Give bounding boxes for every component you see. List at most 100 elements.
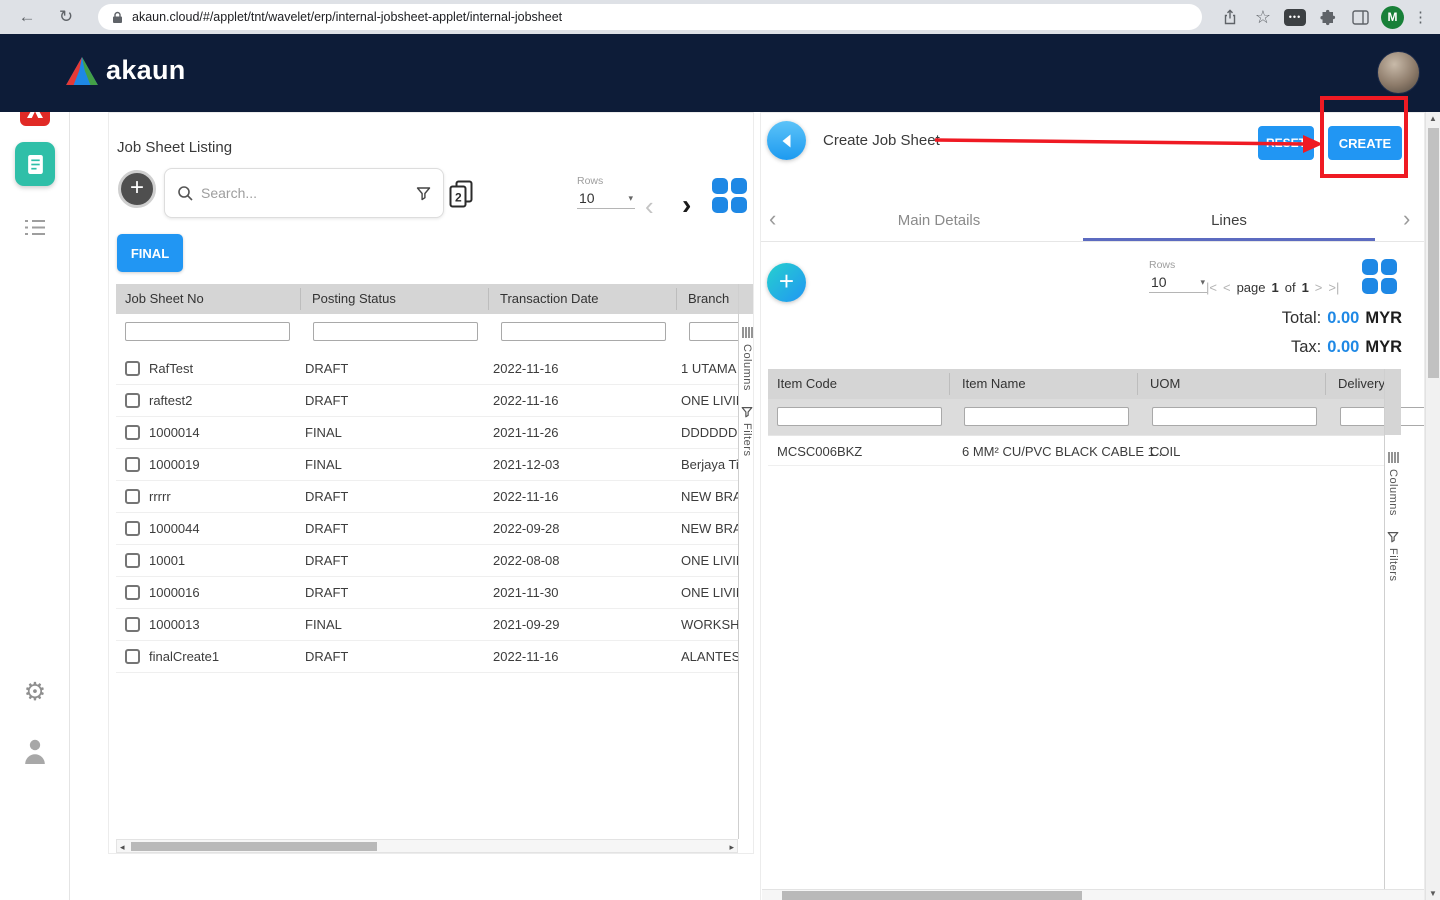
profile-person-icon[interactable] <box>0 738 70 764</box>
table-row[interactable]: raftest2 DRAFT 2022-11-16 ONE LIVIN <box>116 385 738 417</box>
table-row[interactable]: 1000016 DRAFT 2021-11-30 ONE LIVIN <box>116 577 738 609</box>
reset-button[interactable]: RESET <box>1258 126 1314 160</box>
tabs-next-icon[interactable]: › <box>1403 208 1410 230</box>
row-checkbox[interactable] <box>125 457 140 472</box>
table-row[interactable]: rrrrr DRAFT 2022-11-16 NEW BRA <box>116 481 738 513</box>
row-checkbox[interactable] <box>125 585 140 600</box>
filters-strip-button[interactable]: Filters <box>741 423 753 456</box>
last-page-icon[interactable]: >| <box>1328 280 1339 295</box>
extension-badge-icon[interactable]: ••• <box>1284 9 1306 26</box>
filter-transaction-date-input[interactable] <box>501 322 666 341</box>
table-row[interactable]: 1000044 DRAFT 2022-09-28 NEW BRA <box>116 513 738 545</box>
line-row[interactable]: MCSC006BKZ 6 MM² CU/PVC BLACK CABLE 1...… <box>768 435 1384 466</box>
rows-select[interactable]: 10 ▾ <box>1149 271 1207 293</box>
filter-item-code-input[interactable] <box>777 407 942 426</box>
table-row[interactable]: 10001 DRAFT 2022-08-08 ONE LIVIN <box>116 545 738 577</box>
document-app-icon-box <box>15 142 55 186</box>
cell-transaction-date: 2022-09-28 <box>493 513 560 545</box>
browser-refresh-icon[interactable]: ↻ <box>54 5 78 29</box>
duplicate-pages-icon[interactable]: 2 <box>449 180 473 208</box>
col-transaction-date: Transaction Date <box>500 284 599 314</box>
add-job-sheet-button[interactable]: + <box>118 170 156 208</box>
tab-main-details[interactable]: Main Details <box>795 201 1083 241</box>
create-button[interactable]: CREATE <box>1328 126 1402 160</box>
page-current: 1 <box>1271 280 1278 295</box>
browser-profile-avatar[interactable]: M <box>1381 6 1404 29</box>
scroll-down-icon[interactable]: ▼ <box>1426 889 1440 898</box>
filter-job-sheet-no-input[interactable] <box>125 322 290 341</box>
cell-item-code: MCSC006BKZ <box>777 436 862 466</box>
lines-table-header: Item Code Item Name UOM Delivery <box>768 369 1384 399</box>
cell-transaction-date: 2022-11-16 <box>493 353 559 385</box>
tax-line: Tax: 0.00 MYR <box>1291 338 1402 357</box>
tabs-prev-icon[interactable]: ‹ <box>769 208 776 230</box>
table-row[interactable]: 1000014 FINAL 2021-11-26 DDDDDD <box>116 417 738 449</box>
columns-grip-icon[interactable] <box>741 326 754 339</box>
back-button[interactable] <box>767 121 806 160</box>
scroll-left-icon[interactable]: ◂ <box>120 842 125 853</box>
cell-branch: NEW BRA <box>681 481 738 513</box>
scroll-right-icon[interactable]: ▸ <box>729 842 734 853</box>
table-row[interactable]: finalCreate1 DRAFT 2022-11-16 ALANTES <box>116 641 738 673</box>
rows-per-page-control[interactable]: Rows 10 ▾ <box>577 175 635 209</box>
row-checkbox[interactable] <box>125 489 140 504</box>
scroll-up-icon[interactable]: ▲ <box>1426 114 1440 123</box>
filter-uom-input[interactable] <box>1152 407 1317 426</box>
row-checkbox[interactable] <box>125 425 140 440</box>
next-page-icon[interactable]: › <box>682 191 691 219</box>
filters-funnel-icon[interactable] <box>741 406 753 418</box>
extensions-puzzle-icon[interactable] <box>1315 5 1339 29</box>
row-checkbox[interactable] <box>125 361 140 376</box>
prev-page-icon[interactable]: < <box>1223 280 1231 295</box>
cell-jobsheet-no: 1000013 <box>149 609 200 641</box>
user-avatar[interactable] <box>1377 51 1420 94</box>
filters-funnel-icon[interactable] <box>1387 531 1399 543</box>
table-row[interactable]: 1000013 FINAL 2021-09-29 WORKSH <box>116 609 738 641</box>
search-filter-funnel-icon[interactable] <box>416 186 431 201</box>
settings-gear-icon[interactable]: ⚙ <box>0 680 70 705</box>
final-filter-button[interactable]: FINAL <box>117 234 183 272</box>
tab-lines[interactable]: Lines <box>1083 201 1375 241</box>
url-bar[interactable]: akaun.cloud/#/applet/tnt/wavelet/erp/int… <box>98 4 1202 30</box>
side-panel-icon[interactable] <box>1348 5 1372 29</box>
rows-select[interactable]: 10 ▾ <box>577 187 635 209</box>
list-menu-icon[interactable] <box>0 219 70 236</box>
cell-branch: ONE LIVIN <box>681 577 738 609</box>
add-line-button[interactable]: + <box>767 263 806 302</box>
row-checkbox[interactable] <box>125 553 140 568</box>
prev-page-icon[interactable]: ‹ <box>645 193 654 219</box>
lines-rows-per-page-control[interactable]: Rows 10 ▾ <box>1149 259 1207 293</box>
table-row[interactable]: 1000019 FINAL 2021-12-03 Berjaya Ti <box>116 449 738 481</box>
row-checkbox[interactable] <box>125 521 140 536</box>
listing-hscroll-thumb[interactable] <box>131 842 377 851</box>
table-row[interactable]: RafTest DRAFT 2022-11-16 1 UTAMA <box>116 353 738 385</box>
cell-posting-status: FINAL <box>305 417 342 449</box>
grid-view-icon[interactable] <box>712 178 749 215</box>
grid-view-icon[interactable] <box>1362 259 1399 296</box>
search-input[interactable] <box>201 185 408 201</box>
browser-menu-kebab-icon[interactable]: ⋮ <box>1413 8 1428 26</box>
bookmark-star-icon[interactable]: ☆ <box>1251 5 1275 29</box>
document-app-icon[interactable] <box>0 142 70 186</box>
cell-transaction-date: 2021-11-30 <box>493 577 559 609</box>
cell-transaction-date: 2021-12-03 <box>493 449 560 481</box>
col-delivery: Delivery <box>1338 369 1385 399</box>
filter-delivery-input[interactable] <box>1340 407 1425 426</box>
brand-name: akaun <box>106 55 186 86</box>
page-scroll-thumb[interactable] <box>1428 128 1439 378</box>
lines-hscroll-thumb[interactable] <box>782 891 1082 900</box>
filter-item-name-input[interactable] <box>964 407 1129 426</box>
next-page-icon[interactable]: > <box>1315 280 1323 295</box>
first-page-icon[interactable]: |< <box>1206 280 1217 295</box>
row-checkbox[interactable] <box>125 617 140 632</box>
filters-strip-button[interactable]: Filters <box>1387 548 1399 581</box>
row-checkbox[interactable] <box>125 393 140 408</box>
row-checkbox[interactable] <box>125 649 140 664</box>
chevron-down-icon: ▾ <box>628 193 633 204</box>
filter-posting-status-input[interactable] <box>313 322 478 341</box>
columns-grip-icon[interactable] <box>1387 451 1400 464</box>
columns-strip-button[interactable]: Columns <box>1387 469 1399 516</box>
columns-strip-button[interactable]: Columns <box>741 344 753 391</box>
browser-back-icon[interactable]: ← <box>15 5 39 29</box>
share-icon[interactable] <box>1218 5 1242 29</box>
